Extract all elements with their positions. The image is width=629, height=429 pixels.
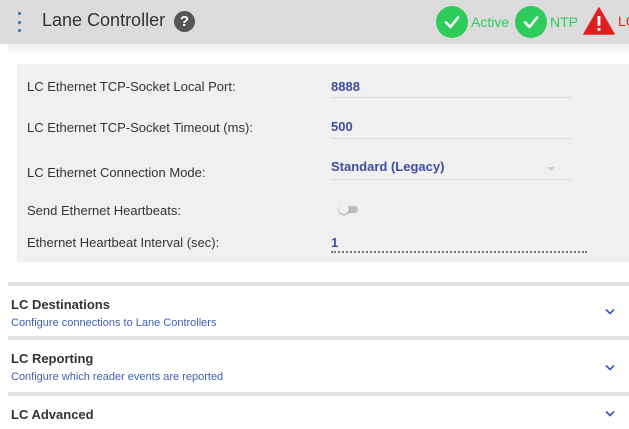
check-circle-icon <box>436 6 468 38</box>
section-title: LC Advanced <box>11 407 94 422</box>
toggle-thumb <box>339 204 349 214</box>
help-icon[interactable]: ? <box>174 11 195 32</box>
heartbeats-label: Send Ethernet Heartbeats: <box>27 203 181 218</box>
timeout-label: LC Ethernet TCP-Socket Timeout (ms): <box>27 120 253 135</box>
header-divider <box>8 44 629 52</box>
section-title: LC Destinations <box>11 297 110 312</box>
status-lc: LC <box>583 6 629 36</box>
chevron-down-icon[interactable] <box>605 364 615 372</box>
connection-mode-select[interactable]: Standard (Legacy) <box>331 159 444 174</box>
heartbeats-toggle[interactable] <box>339 204 359 214</box>
connection-mode-label: LC Ethernet Connection Mode: <box>27 165 206 180</box>
status-ntp: NTP <box>515 6 578 38</box>
more-vert-icon[interactable] <box>15 12 23 32</box>
section-subtitle: Configure which reader events are report… <box>11 371 224 383</box>
chevron-down-icon[interactable] <box>605 410 615 418</box>
status-active: Active <box>436 6 509 38</box>
status-label: LC <box>618 13 629 29</box>
section-lc-destinations[interactable]: LC Destinations Configure connections to… <box>0 286 629 336</box>
section-subtitle: Configure connections to Lane Controller… <box>11 317 217 329</box>
local-port-input[interactable]: 8888 <box>331 79 360 94</box>
dropdown-arrow-icon[interactable] <box>547 167 555 171</box>
local-port-label: LC Ethernet TCP-Socket Local Port: <box>27 79 236 94</box>
warning-triangle-icon <box>583 7 615 35</box>
status-label: NTP <box>550 14 578 30</box>
local-port-underline <box>331 97 571 98</box>
timeout-input[interactable]: 500 <box>331 119 353 134</box>
connection-mode-underline <box>331 179 571 180</box>
heartbeat-interval-underline <box>331 251 587 253</box>
section-title: LC Reporting <box>11 351 94 366</box>
chevron-down-icon[interactable] <box>605 308 615 316</box>
timeout-underline <box>331 138 571 139</box>
check-circle-icon <box>515 6 547 38</box>
section-lc-reporting[interactable]: LC Reporting Configure which reader even… <box>0 340 629 392</box>
status-label: Active <box>471 14 510 30</box>
heartbeat-interval-input[interactable]: 1 <box>331 235 338 250</box>
section-lc-advanced[interactable]: LC Advanced <box>0 396 629 429</box>
header-bar: Lane Controller ? Active NTP LC <box>0 0 629 44</box>
heartbeat-interval-label: Ethernet Heartbeat Interval (sec): <box>27 235 220 250</box>
ethernet-settings-panel: LC Ethernet TCP-Socket Local Port: 8888 … <box>17 64 629 262</box>
page-title: Lane Controller <box>42 10 166 30</box>
